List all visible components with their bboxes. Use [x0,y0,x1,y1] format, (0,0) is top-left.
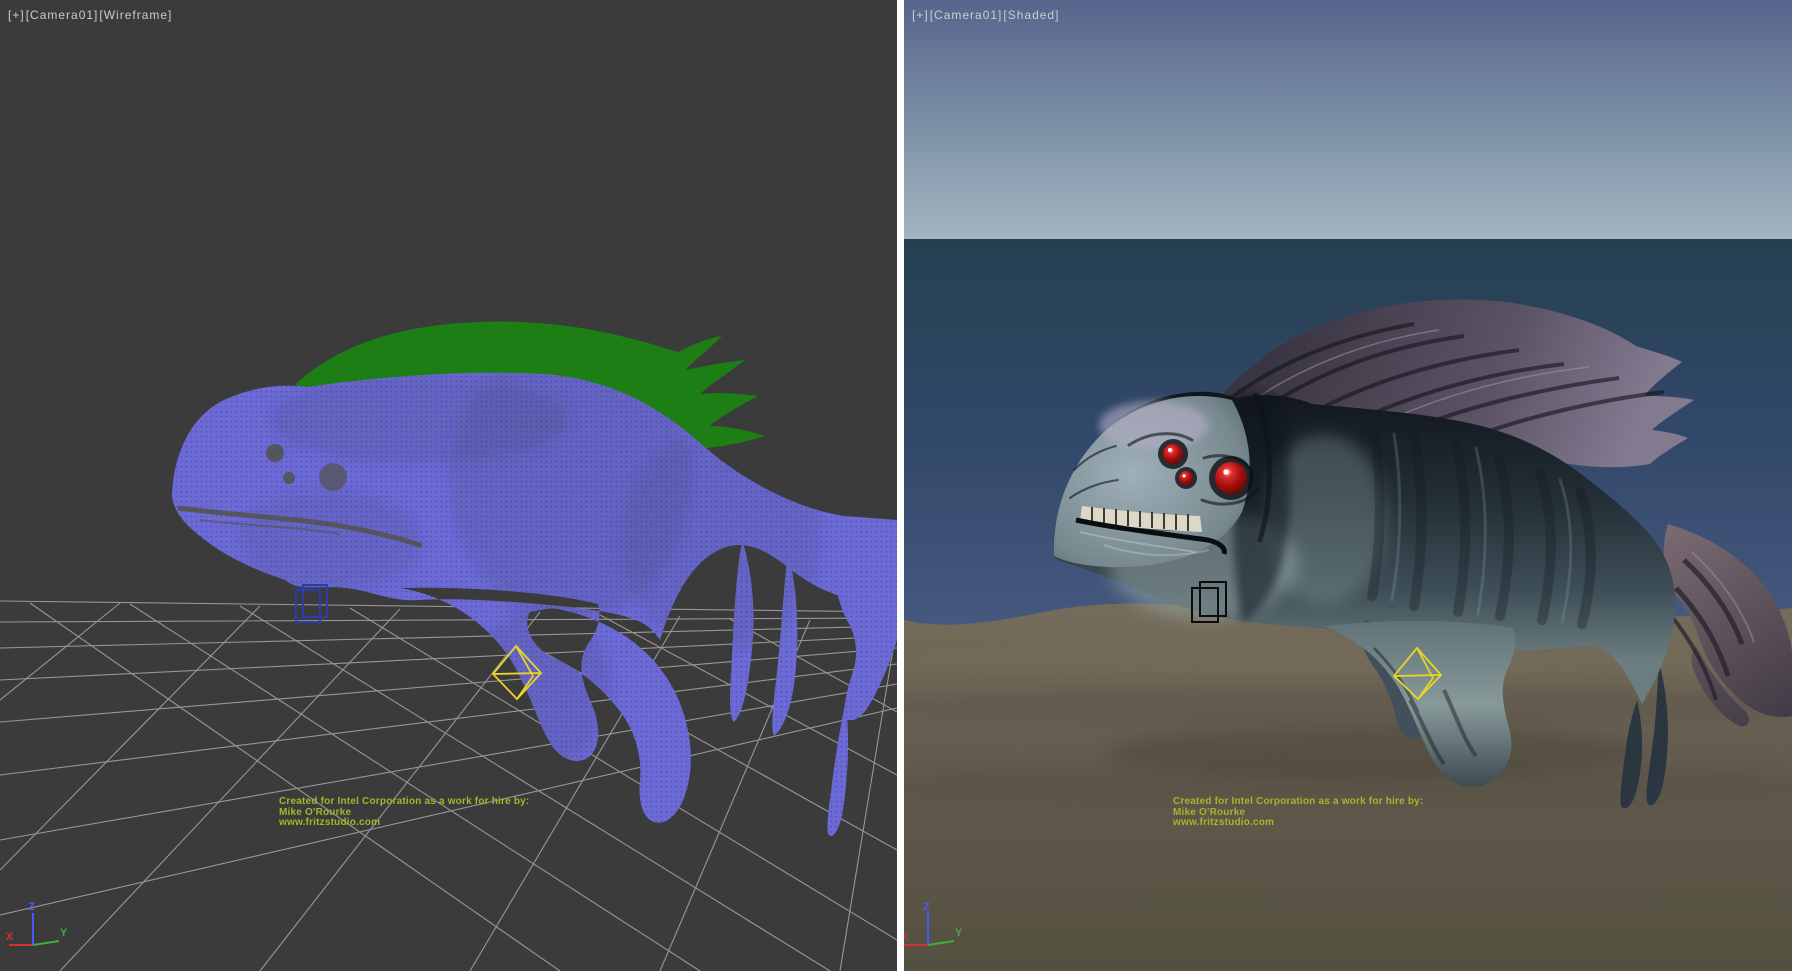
fish-eye-small-1 [1163,444,1183,464]
viewport-label: [+][Camera01][Shaded] [912,8,1060,22]
sky [904,0,1792,242]
render-credits: Created for Intel Corporation as a work … [1173,797,1423,829]
viewport-general-menu[interactable]: [+] [912,8,929,22]
box-helper[interactable] [296,585,327,622]
axis-x-label: X [6,931,14,943]
viewport-shading-menu[interactable]: [Wireframe] [99,8,172,22]
viewport-general-menu[interactable]: [+] [8,8,25,22]
fish-ground-shadow [1104,726,1644,778]
wireframe-fish[interactable] [172,340,897,836]
credits-line-1: Created for Intel Corporation as a work … [1173,797,1423,808]
viewport-splitter[interactable] [897,0,904,971]
render-credits: Created for Intel Corporation as a work … [279,797,529,829]
head-lavender-sheen [1099,401,1209,449]
fish-eye-small-2 [283,472,295,484]
credits-line-3: www.fritzstudio.com [1173,818,1423,829]
viewport-shading-menu[interactable]: [Shaded] [1003,8,1059,22]
viewport-label: [+][Camera01][Wireframe] [8,8,173,22]
axis-z-label: Z [923,901,930,913]
axis-z-label: Z [28,901,35,913]
viewport-wireframe[interactable]: [+][Camera01][Wireframe] Created for Int… [0,0,897,971]
fish-eye-small-1 [266,444,284,462]
world-axis-gizmo: X Z Y [904,898,983,964]
fish-eye-large [319,463,347,491]
viewport-pov-menu[interactable]: [Camera01] [26,8,99,22]
viewport-shaded[interactable]: [+][Camera01][Shaded] Created for Intel … [904,0,1792,971]
axis-x-label: X [904,931,909,943]
ground-wireframe-grid [0,601,897,971]
credits-line-3: www.fritzstudio.com [279,818,529,829]
fish-eye-small-2 [1179,471,1193,485]
world-axis-gizmo: X Z Y [4,898,88,964]
fish-eye-large [1215,462,1247,494]
viewport-pov-menu[interactable]: [Camera01] [930,8,1003,22]
axis-y-label: Y [955,927,963,939]
application-window: [+][Camera01][Wireframe] Created for Int… [0,0,1800,978]
axis-y-label: Y [60,927,68,939]
credits-line-1: Created for Intel Corporation as a work … [279,797,529,808]
